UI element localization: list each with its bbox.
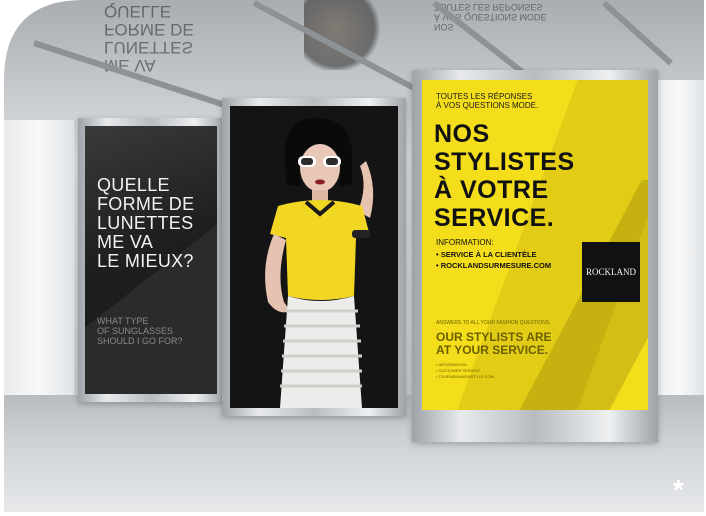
corner-asterisk-icon: * — [673, 474, 684, 505]
poster-right-intro: TOUTES LES RÉPONSES À VOS QUESTIONS MODE… — [436, 92, 539, 110]
reflection-left-text: ME VA LUNETTES FORME DE QUELLE — [104, 2, 194, 75]
poster-right-bullet-service: • SERVICE À LA CLIENTÈLE — [436, 250, 537, 259]
poster-case-left: QUELLE FORME DE LUNETTES ME VA LE MIEUX?… — [78, 118, 224, 402]
poster-middle — [230, 106, 398, 408]
pillar — [654, 80, 704, 420]
poster-left: QUELLE FORME DE LUNETTES ME VA LE MIEUX?… — [85, 126, 217, 394]
poster-right-english-headline: OUR STYLISTS ARE AT YOUR SERVICE. — [436, 330, 552, 357]
photo-frame: ME VA LUNETTES FORME DE QUELLE NOS À VOS… — [4, 0, 704, 512]
model-illustration — [230, 106, 398, 408]
poster-case-right: TOUTES LES RÉPONSES À VOS QUESTIONS MODE… — [412, 70, 658, 442]
pillar — [4, 120, 74, 410]
poster-left-question: QUELLE FORME DE LUNETTES ME VA LE MIEUX? — [97, 175, 195, 271]
poster-right-bullet-website: • ROCKLANDSURMESURE.COM — [436, 261, 552, 270]
poster-right-small-intro: ANSWERS TO ALL YOUR FASHION QUESTIONS. — [436, 320, 551, 326]
rockland-logo: ROCKLAND — [582, 242, 640, 302]
photo-scene: ME VA LUNETTES FORME DE QUELLE NOS À VOS… — [0, 0, 706, 516]
poster-right-info-label: INFORMATION: — [436, 238, 494, 247]
poster-case-middle — [222, 98, 406, 416]
poster-left-english: WHAT TYPE OF SUNGLASSES SHOULD I GO FOR? — [97, 316, 183, 346]
poster-right-english-info: • INFORMATION: • CUSTOMER SERVICE • TOUR… — [436, 362, 494, 379]
poster-right: TOUTES LES RÉPONSES À VOS QUESTIONS MODE… — [422, 80, 648, 410]
poster-right-headline: NOS STYLISTES À VOTRE SERVICE. — [434, 120, 575, 232]
